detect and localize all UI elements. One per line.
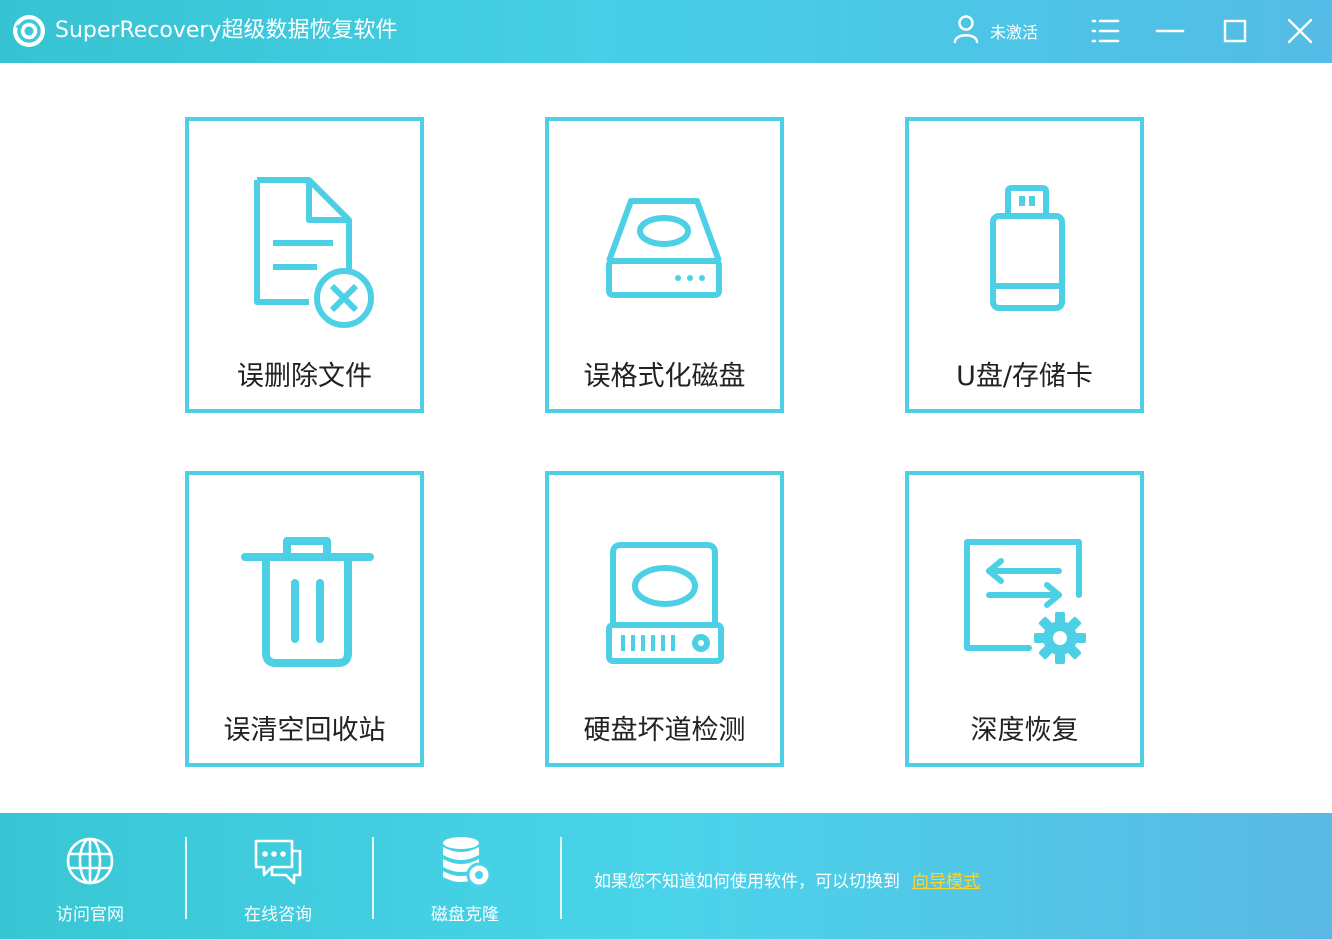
guide-hint: 如果您不知道如何使用软件，可以切换到 向导模式: [594, 867, 980, 892]
deep-recovery-icon: [909, 475, 1140, 705]
trash-bin-icon: [189, 475, 420, 705]
tile-formatted-disk[interactable]: 误格式化磁盘: [545, 117, 784, 413]
hard-drive-icon: [549, 121, 780, 351]
minimize-icon: [1153, 29, 1187, 52]
bottom-bar: 访问官网 在线咨询 磁盘克隆 如果您不知道如何使用软件，可以切换到 向导模式: [0, 813, 1332, 939]
deleted-file-icon: [189, 121, 420, 351]
close-icon: [1283, 18, 1317, 52]
bottom-item-label: 访问官网: [56, 905, 124, 925]
disk-check-icon: [549, 475, 780, 705]
maximize-button[interactable]: [1218, 14, 1252, 48]
visit-website-button[interactable]: 访问官网: [10, 813, 170, 939]
menu-list-icon: [1088, 19, 1122, 52]
menu-button[interactable]: [1088, 14, 1122, 48]
disk-clone-button[interactable]: 磁盘克隆: [385, 813, 545, 939]
tile-label: 误删除文件: [237, 361, 372, 392]
app-title: SuperRecovery超级数据恢复软件: [55, 18, 398, 43]
online-consult-button[interactable]: 在线咨询: [198, 813, 358, 939]
hint-text: 如果您不知道如何使用软件，可以切换到: [594, 872, 900, 892]
divider: [372, 837, 374, 919]
tile-recycle-bin[interactable]: 误清空回收站: [185, 471, 424, 767]
tile-usb-card[interactable]: U盘/存储卡: [905, 117, 1144, 413]
tile-bad-sector-check[interactable]: 硬盘坏道检测: [545, 471, 784, 767]
tile-label: 深度恢复: [970, 715, 1079, 746]
bottom-item-label: 在线咨询: [244, 905, 312, 925]
tile-deep-recovery[interactable]: 深度恢复: [905, 471, 1144, 767]
close-button[interactable]: [1283, 14, 1317, 48]
user-account-button[interactable]: 未激活: [952, 14, 1038, 48]
tile-label: U盘/存储卡: [956, 361, 1093, 392]
tile-label: 误清空回收站: [223, 715, 386, 746]
guide-mode-link[interactable]: 向导模式: [912, 872, 980, 892]
minimize-button[interactable]: [1153, 14, 1187, 48]
title-bar: SuperRecovery超级数据恢复软件 未激活: [0, 0, 1332, 63]
bottom-item-label: 磁盘克隆: [431, 905, 499, 925]
usb-drive-icon: [909, 121, 1140, 351]
user-icon: [952, 14, 980, 48]
activation-status: 未激活: [990, 23, 1039, 42]
tile-label: 误格式化磁盘: [583, 361, 746, 392]
app-logo-icon: [11, 13, 47, 49]
tile-label: 硬盘坏道检测: [583, 715, 746, 746]
tile-deleted-files[interactable]: 误删除文件: [185, 117, 424, 413]
divider: [560, 837, 562, 919]
maximize-icon: [1218, 19, 1252, 52]
divider: [185, 837, 187, 919]
